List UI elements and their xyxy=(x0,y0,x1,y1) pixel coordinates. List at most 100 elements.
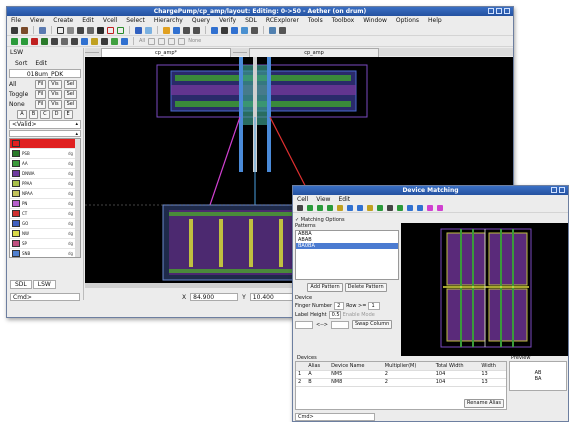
hide-icon[interactable] xyxy=(158,37,166,45)
column-header-device-name[interactable]: Device Name xyxy=(329,362,383,371)
swap-to-input[interactable] xyxy=(331,320,349,329)
command-input[interactable]: Cmd> xyxy=(10,293,80,301)
layer-row[interactable]: CT dg xyxy=(10,209,80,219)
layer-swatch[interactable] xyxy=(12,240,20,247)
layer-swatch[interactable] xyxy=(12,220,20,227)
column-header-total-width[interactable]: Total Width xyxy=(433,362,480,371)
filter-icon[interactable] xyxy=(148,37,156,45)
layer-swatch[interactable] xyxy=(12,160,20,167)
mode-button-a[interactable]: A xyxy=(17,109,27,119)
instance-icon[interactable] xyxy=(97,26,104,34)
dialog-minimize-icon[interactable] xyxy=(551,187,557,193)
layer-row[interactable]: GO dg xyxy=(10,219,80,229)
dialog-command-input[interactable]: Cmd> xyxy=(295,413,375,421)
stretch-icon[interactable] xyxy=(183,26,190,34)
menu-select[interactable]: Select xyxy=(126,17,145,24)
path-icon[interactable] xyxy=(77,26,84,34)
add-pattern-button[interactable]: Add Pattern xyxy=(307,283,343,292)
pattern-item-selected[interactable]: BA0BA xyxy=(296,243,398,249)
layer-list-scrollbar[interactable] xyxy=(75,139,80,257)
column-header-alias[interactable]: Alias xyxy=(306,362,330,371)
menu-verify[interactable]: Verify xyxy=(219,17,236,24)
dialog-label-icon[interactable] xyxy=(367,204,373,211)
menu-toolbox[interactable]: Toolbox xyxy=(332,17,355,24)
menu-edit[interactable]: Edit xyxy=(82,17,94,24)
save-icon[interactable] xyxy=(11,26,18,34)
swap-from-input[interactable] xyxy=(295,320,313,329)
matching-preview-canvas[interactable] xyxy=(401,223,568,356)
layer-row[interactable] xyxy=(10,139,80,149)
ruler-icon[interactable] xyxy=(107,26,114,34)
x-coordinate-field[interactable]: 84.900 xyxy=(190,293,239,301)
valid-layer-select[interactable]: <Valid> xyxy=(9,120,81,129)
menu-create[interactable]: Create xyxy=(53,17,73,24)
patterns-list[interactable]: ABBA ABAB BA0BA xyxy=(295,230,399,280)
display-icon[interactable] xyxy=(121,37,128,45)
via-icon[interactable] xyxy=(87,26,94,34)
layer-swatch[interactable] xyxy=(12,190,20,197)
rotate-icon[interactable] xyxy=(71,37,78,45)
tab-schematic[interactable] xyxy=(233,51,247,53)
layer-swatch[interactable] xyxy=(12,180,20,187)
grid-icon[interactable] xyxy=(193,26,200,34)
menu-sdl[interactable]: SDL xyxy=(245,17,257,24)
dialog-menu-edit[interactable]: Edit xyxy=(338,196,350,203)
toggle-fil-button[interactable]: Fil xyxy=(35,89,47,99)
layer-row[interactable]: PSB dg xyxy=(10,149,80,159)
close-icon[interactable] xyxy=(504,8,510,14)
dialog-undo-icon[interactable] xyxy=(427,204,433,211)
layer-row[interactable]: AA dg xyxy=(10,159,80,169)
dialog-check-icon[interactable] xyxy=(317,204,323,211)
toggle-vis-button[interactable]: Vis xyxy=(48,89,62,99)
drc-icon[interactable] xyxy=(241,26,248,34)
layer-row[interactable]: NW dg xyxy=(10,229,80,239)
align-icon[interactable] xyxy=(81,37,88,45)
layer-row[interactable]: NPAA dg xyxy=(10,189,80,199)
menu-hierarchy[interactable]: Hierarchy xyxy=(154,17,183,24)
layer-swatch[interactable] xyxy=(12,140,20,147)
tab-cp-amp-edit[interactable]: cp_amp* xyxy=(101,47,231,57)
dialog-pattern-icon[interactable] xyxy=(337,204,343,211)
dialog-menu-cell[interactable]: Cell xyxy=(297,196,308,203)
menu-window[interactable]: Window xyxy=(363,17,387,24)
dialog-refresh-icon[interactable] xyxy=(397,204,403,211)
dialog-fit-icon[interactable] xyxy=(387,204,393,211)
layer-swatch[interactable] xyxy=(12,230,20,237)
column-header-width[interactable]: Width xyxy=(479,362,506,371)
zoom-icon[interactable] xyxy=(39,26,46,34)
menu-tools[interactable]: Tools xyxy=(308,17,323,24)
layer-row[interactable]: DNWA dg xyxy=(10,169,80,179)
table-row[interactable]: 2 B NM8 2 104 13 xyxy=(296,378,506,387)
merge-icon[interactable] xyxy=(41,37,48,45)
info-icon[interactable] xyxy=(279,26,286,34)
move-icon[interactable] xyxy=(163,26,170,34)
dialog-zoom-out-icon[interactable] xyxy=(417,204,423,211)
layer-swatch[interactable] xyxy=(12,150,20,157)
alias-cell[interactable]: B xyxy=(306,378,330,387)
fit-icon[interactable] xyxy=(221,26,228,34)
none-sel-button[interactable]: Sel xyxy=(63,99,78,109)
polygon-icon[interactable] xyxy=(67,26,74,34)
probe-icon[interactable] xyxy=(145,26,152,34)
menu-view[interactable]: View xyxy=(30,17,44,24)
lsw-sort-menu[interactable]: Sort xyxy=(15,60,27,67)
edit-icon[interactable] xyxy=(21,26,28,34)
menu-vcell[interactable]: Vcell xyxy=(103,17,117,24)
dialog-route-icon[interactable] xyxy=(357,204,363,211)
layer-row[interactable]: PN dg xyxy=(10,199,80,209)
alias-cell[interactable]: A xyxy=(306,370,330,379)
layer-swatch[interactable] xyxy=(12,200,20,207)
select-all-label[interactable]: All xyxy=(139,38,145,44)
layer-row[interactable]: PPAA dg xyxy=(10,179,80,189)
layer-swatch[interactable] xyxy=(12,250,20,257)
none-vis-button[interactable]: Vis xyxy=(48,99,62,109)
dialog-run-icon[interactable] xyxy=(297,204,303,211)
delete-pattern-button[interactable]: Delete Pattern xyxy=(344,283,387,292)
layer-filter-select[interactable] xyxy=(9,130,81,138)
row-input[interactable]: 1 xyxy=(368,302,381,310)
maximize-icon[interactable] xyxy=(496,8,502,14)
pin-icon[interactable] xyxy=(135,26,142,34)
tab-sdl[interactable]: SDL xyxy=(10,280,32,289)
toggle-sel-button[interactable]: Sel xyxy=(63,89,78,99)
rename-alias-button[interactable]: Rename Alias xyxy=(464,399,504,408)
